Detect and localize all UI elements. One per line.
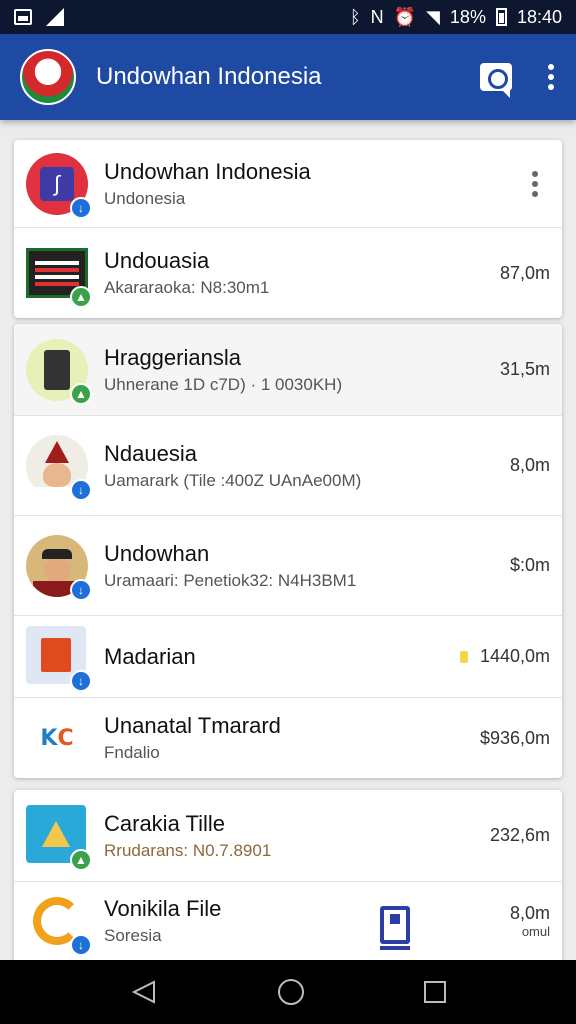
- item-title: Undowhan: [104, 540, 210, 566]
- status-bar: ᛒ N ⏰ ◥ 18% 18:40: [0, 0, 576, 34]
- list-item[interactable]: KC Unanatal Tmarard Fndalio $936,0m: [14, 698, 562, 778]
- item-size: 87,0m: [499, 262, 550, 283]
- download-badge-icon: ↓: [70, 196, 92, 219]
- list-item[interactable]: ↓ Madarian 1440,0m: [14, 616, 562, 698]
- list-item[interactable]: ↓ Ndauesia Uamarark (Tile :400Z UAnAe00M…: [14, 416, 562, 516]
- item-title: Undowhan Indonesia: [104, 158, 311, 184]
- app-icon: ↓: [26, 625, 92, 692]
- app-icon: ▲: [26, 242, 92, 308]
- battery-icon: [495, 8, 507, 26]
- clock: 18:40: [516, 6, 562, 27]
- item-size: $:0m: [509, 555, 550, 575]
- list-item[interactable]: ↓ Undowhan Uramaari: Penetiok32: N4H3BM1…: [14, 516, 562, 616]
- item-subtitle: Undonesia: [104, 188, 186, 208]
- download-badge-icon: ↓: [70, 669, 92, 692]
- item-title: Unanatal Tmarard: [104, 713, 281, 738]
- app-icon: ∫ ↓: [26, 152, 92, 219]
- list-item[interactable]: ▲ Undouasia Akararaoka: N8:30m1 87,0m: [14, 228, 562, 318]
- search-chat-icon[interactable]: [480, 63, 512, 98]
- app-logo: [20, 49, 76, 105]
- lock-badge-icon: ▲: [70, 848, 92, 871]
- app-icon: ▲: [26, 338, 92, 405]
- item-subtitle: Uhnerane 1D c7D) · 1 0030KH): [104, 374, 343, 394]
- card-top: ∫ ↓ Undowhan Indonesia Undonesia ▲ Undou…: [14, 140, 562, 318]
- lock-badge-icon: ▲: [70, 382, 92, 405]
- navigation-bar: [0, 960, 576, 1024]
- card-bottom: ▲ Carakia Tille Rrudarans: N0.7.8901 232…: [14, 790, 562, 960]
- avatar: ↓: [26, 534, 92, 601]
- item-size-value: 1440,0m: [479, 646, 550, 666]
- app-icon: KC: [40, 725, 74, 751]
- item-title: Vonikila File: [104, 896, 222, 921]
- overflow-menu-icon[interactable]: [546, 64, 556, 90]
- item-size: 1440,0m: [459, 646, 550, 667]
- item-title: Ndauesia: [104, 440, 197, 466]
- item-size-value: 8,0m: [509, 903, 550, 923]
- warning-mark-icon: [459, 651, 468, 664]
- app-bar: Undowhan Indonesia: [0, 34, 576, 120]
- alarm-icon: ⏰: [393, 6, 417, 27]
- item-subtitle: Uamarark (Tile :400Z UAnAe00M): [104, 470, 362, 490]
- back-icon[interactable]: [130, 978, 158, 1006]
- item-menu-icon[interactable]: [530, 170, 540, 197]
- app-icon: ↓: [26, 890, 92, 956]
- battery-percent: 18%: [449, 6, 486, 27]
- lock-badge-icon: ▲: [70, 286, 92, 308]
- notification-icon: [14, 9, 32, 25]
- list-item[interactable]: ▲ Hraggeriansla Uhnerane 1D c7D) · 1 003…: [14, 324, 562, 416]
- item-size: $936,0m: [479, 727, 550, 748]
- download-badge-icon: ↓: [70, 578, 92, 601]
- item-title: Hraggeriansla: [104, 344, 241, 370]
- home-icon[interactable]: [278, 979, 304, 1005]
- item-subtitle: Akararaoka: N8:30m1: [104, 278, 270, 297]
- nfc-icon: N: [370, 6, 384, 27]
- wifi-icon: ◥: [426, 6, 440, 27]
- item-subtitle: Soresia: [104, 926, 162, 945]
- item-title: Madarian: [104, 643, 196, 669]
- recents-icon[interactable]: [424, 981, 446, 1003]
- item-size: 8,0m omul: [510, 903, 550, 939]
- list-item[interactable]: ▲ Carakia Tille Rrudarans: N0.7.8901 232…: [14, 790, 562, 882]
- item-title: Carakia Tille: [104, 810, 226, 836]
- bluetooth-icon: ᛒ: [349, 6, 361, 27]
- download-badge-icon: ↓: [70, 934, 92, 956]
- app-notification-icon: [46, 8, 64, 26]
- list-item[interactable]: ∫ ↓ Undowhan Indonesia Undonesia: [14, 140, 562, 228]
- item-size: 232,6m: [489, 825, 550, 845]
- item-size: 31,5m: [499, 359, 550, 379]
- item-subtitle: Fndalio: [104, 743, 160, 762]
- download-badge-icon: ↓: [70, 478, 92, 501]
- app-icon: ▲: [26, 804, 92, 871]
- item-subtitle: Uramaari: Penetiok32: N4H3BM1: [104, 570, 357, 590]
- app-title: Undowhan Indonesia: [96, 63, 322, 90]
- item-size-unit: omul: [521, 924, 550, 939]
- floppy-icon[interactable]: [380, 906, 410, 950]
- item-size: 8,0m: [509, 455, 550, 475]
- card-middle: ▲ Hraggeriansla Uhnerane 1D c7D) · 1 003…: [14, 324, 562, 778]
- item-subtitle: Rrudarans: N0.7.8901: [104, 840, 272, 860]
- avatar: ↓: [26, 434, 92, 501]
- item-title: Undouasia: [104, 248, 210, 273]
- list-item[interactable]: ↓ Vonikila File Soresia 8,0m omul: [14, 882, 562, 960]
